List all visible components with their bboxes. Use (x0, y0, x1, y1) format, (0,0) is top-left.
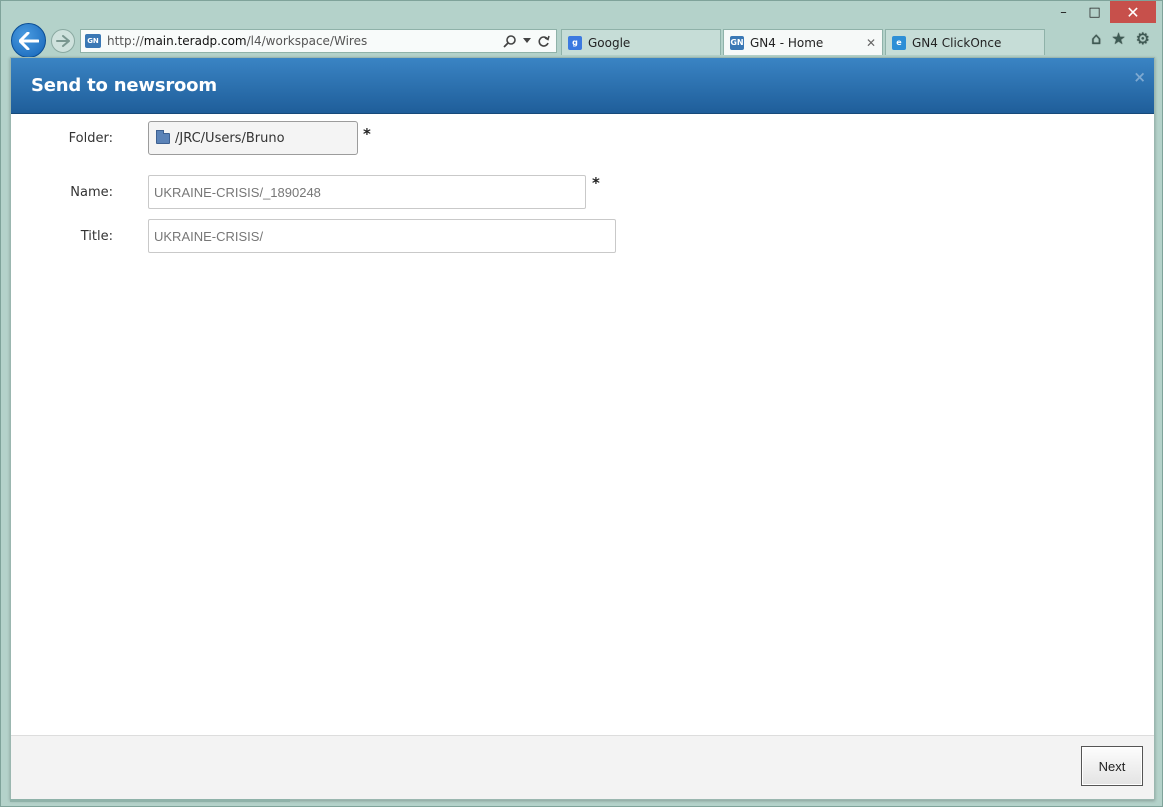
tab-label: Google (588, 35, 631, 50)
folder-icon (156, 129, 170, 144)
required-marker: * (363, 125, 371, 143)
google-favicon-icon: g (568, 35, 582, 50)
name-label: Name: (70, 185, 113, 200)
status-strip (10, 799, 290, 802)
tab-label: GN4 - Home (750, 35, 824, 50)
refresh-icon[interactable] (537, 35, 550, 48)
browser-window: – □ ✕ GN http://main.teradp.com/l4/works… (0, 0, 1163, 807)
folder-picker[interactable]: /JRC/Users/Bruno (148, 121, 358, 155)
home-icon[interactable]: ⌂ (1091, 29, 1101, 48)
window-controls: – □ ✕ (1048, 1, 1156, 25)
address-bar[interactable]: GN http://main.teradp.com/l4/workspace/W… (80, 29, 557, 53)
folder-label: Folder: (68, 131, 113, 146)
maximize-button[interactable]: □ (1079, 1, 1110, 23)
browser-tools: ⌂ ★ ⚙ (1091, 29, 1150, 48)
back-button[interactable] (11, 23, 46, 58)
required-marker: * (592, 174, 600, 192)
dialog-title: Send to newsroom (31, 75, 217, 96)
send-to-newsroom-dialog: Send to newsroom × Folder: /JRC/Users/Br… (10, 57, 1155, 800)
dropdown-arrow-icon[interactable] (523, 38, 531, 44)
tab-gn4-home[interactable]: GN GN4 - Home ✕ (723, 29, 883, 55)
next-button[interactable]: Next (1081, 746, 1143, 786)
arrow-right-icon (56, 35, 70, 47)
search-icon[interactable] (503, 34, 517, 48)
tab-google[interactable]: g Google (561, 29, 721, 55)
site-favicon-icon: GN (85, 34, 101, 48)
arrow-left-icon (18, 31, 39, 50)
title-label: Title: (80, 229, 113, 244)
gear-icon[interactable]: ⚙ (1136, 29, 1150, 48)
dialog-footer: Next (11, 735, 1154, 799)
ie-favicon-icon: e (892, 35, 906, 50)
close-icon[interactable]: × (1133, 68, 1146, 86)
close-window-button[interactable]: ✕ (1110, 1, 1156, 23)
url-text[interactable]: http://main.teradp.com/l4/workspace/Wire… (107, 34, 503, 48)
tab-gn4-clickonce[interactable]: e GN4 ClickOnce (885, 29, 1045, 55)
folder-path: /JRC/Users/Bruno (175, 130, 285, 146)
star-icon[interactable]: ★ (1111, 29, 1125, 48)
title-input[interactable] (148, 219, 616, 253)
forward-button[interactable] (51, 29, 75, 53)
minimize-button[interactable]: – (1048, 1, 1079, 23)
tab-label: GN4 ClickOnce (912, 35, 1002, 50)
tab-close-icon[interactable]: ✕ (866, 36, 876, 50)
gn4-favicon-icon: GN (730, 35, 744, 50)
address-bar-tools (503, 34, 550, 48)
name-input[interactable] (148, 175, 586, 209)
tab-strip: g Google GN GN4 - Home ✕ e GN4 ClickOnce (561, 29, 1047, 55)
dialog-header: Send to newsroom × (11, 58, 1154, 114)
